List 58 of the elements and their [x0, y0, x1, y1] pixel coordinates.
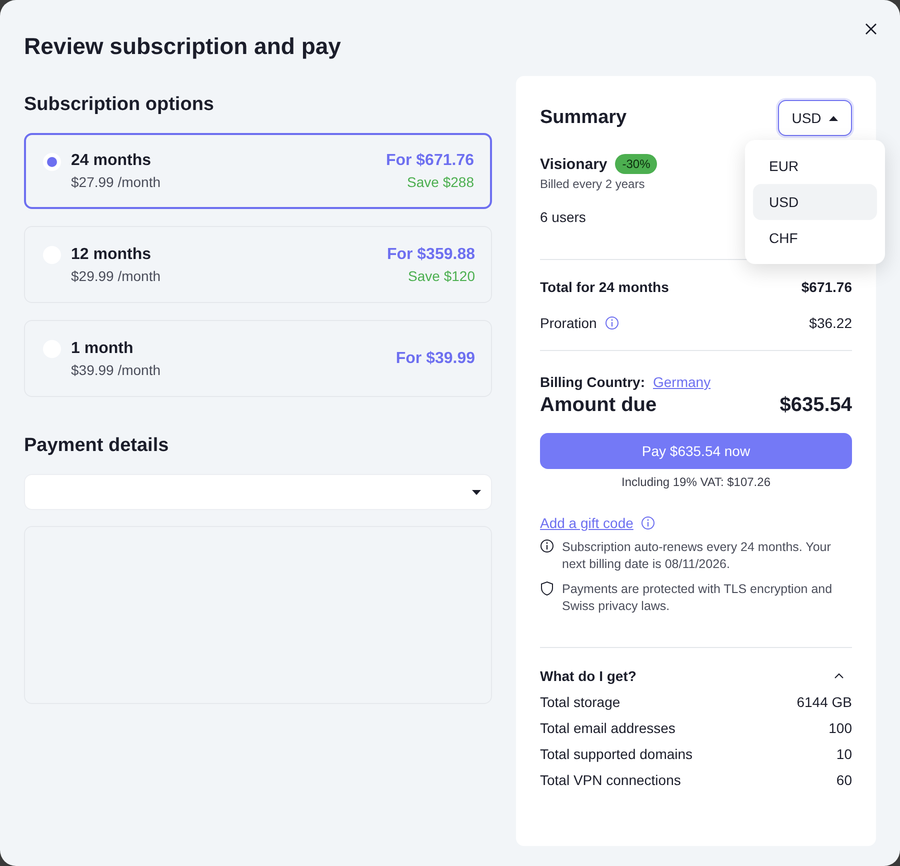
- currency-option[interactable]: CHF: [753, 220, 877, 256]
- option-duration: 12 months: [71, 246, 152, 264]
- close-icon: [865, 23, 877, 35]
- info-icon: [641, 516, 656, 530]
- radio-button[interactable]: [43, 153, 61, 171]
- chevron-icon: [834, 673, 844, 679]
- plan-name: Visionary: [540, 156, 608, 172]
- feature-label: Total VPN connections: [540, 772, 681, 788]
- section-heading: Payment details: [24, 434, 170, 458]
- feature-label: Total supported domains: [540, 746, 693, 762]
- info-note: Payments are protected with TLS encryption and Swiss privacy laws.: [562, 581, 834, 615]
- info-note: Subscription auto-renews every 24 months. Your next billing date is 08/11/2026.: [562, 539, 832, 573]
- caret-icon: [472, 490, 481, 494]
- line-value: $671.76: [801, 279, 852, 295]
- gift-code-link[interactable]: Add a gift code: [540, 515, 634, 531]
- summary-title: Summary: [540, 107, 627, 129]
- payment-method-select[interactable]: [24, 474, 492, 510]
- feature-value: 100: [828, 720, 852, 736]
- feature-value: 6144 GB: [796, 694, 852, 710]
- saving-text: Save $288: [407, 174, 474, 190]
- option-total: For $39.99: [396, 350, 475, 368]
- shield-icon: [540, 581, 554, 596]
- amount-due-value: $635.54: [780, 394, 852, 417]
- currency-select[interactable]: USD: [778, 100, 852, 136]
- feature-label: Total storage: [540, 694, 620, 710]
- user-count: 6 users: [540, 209, 587, 225]
- option-total: For $359.88: [386, 246, 475, 264]
- section-heading: Subscription options: [24, 93, 215, 117]
- vat-note: Including 19% VAT: $107.26: [620, 475, 772, 489]
- currency-option[interactable]: EUR: [753, 148, 877, 184]
- dialog-title: Review subscription and pay: [24, 32, 342, 61]
- feature-value: 10: [836, 746, 852, 762]
- line-label: Total for 24 months: [540, 279, 669, 295]
- saving-text: Save $120: [408, 268, 475, 284]
- currency-option[interactable]: USD: [753, 184, 877, 220]
- monthly-price: $39.99 /month: [71, 362, 162, 378]
- option-duration: 1 month: [71, 340, 134, 358]
- option-duration: 24 months: [71, 152, 152, 170]
- info-icon: [540, 539, 554, 553]
- line-label: Proration: [540, 315, 597, 331]
- subscription-option[interactable]: 12 months $29.99 /month For $359.88 Save $120: [24, 226, 492, 303]
- feature-value: 60: [836, 772, 852, 788]
- country-link[interactable]: Germany: [653, 374, 711, 390]
- amount-due-label: Amount due: [540, 394, 657, 417]
- monthly-price: $29.99 /month: [71, 268, 162, 284]
- feature-label: Total email addresses: [540, 720, 676, 736]
- info-icon: [604, 316, 619, 330]
- features-toggle[interactable]: What do I get?: [540, 668, 852, 684]
- monthly-price: $27.99 /month: [71, 174, 162, 190]
- billing-country-label: Billing Country:: [540, 374, 645, 390]
- caret-icon: [829, 116, 838, 120]
- pay-button[interactable]: Pay $635.54 now: [540, 433, 852, 469]
- option-total: For $671.76: [386, 152, 474, 170]
- discount-badge: -30%: [615, 154, 658, 174]
- billing-period: Billed every 2 years: [540, 177, 646, 191]
- subscription-option[interactable]: 24 months $27.99 /month For $671.76 Save $288: [24, 133, 492, 209]
- subscription-option[interactable]: 1 month $39.99 /month For $39.99: [24, 320, 492, 397]
- line-value: $36.22: [809, 315, 852, 331]
